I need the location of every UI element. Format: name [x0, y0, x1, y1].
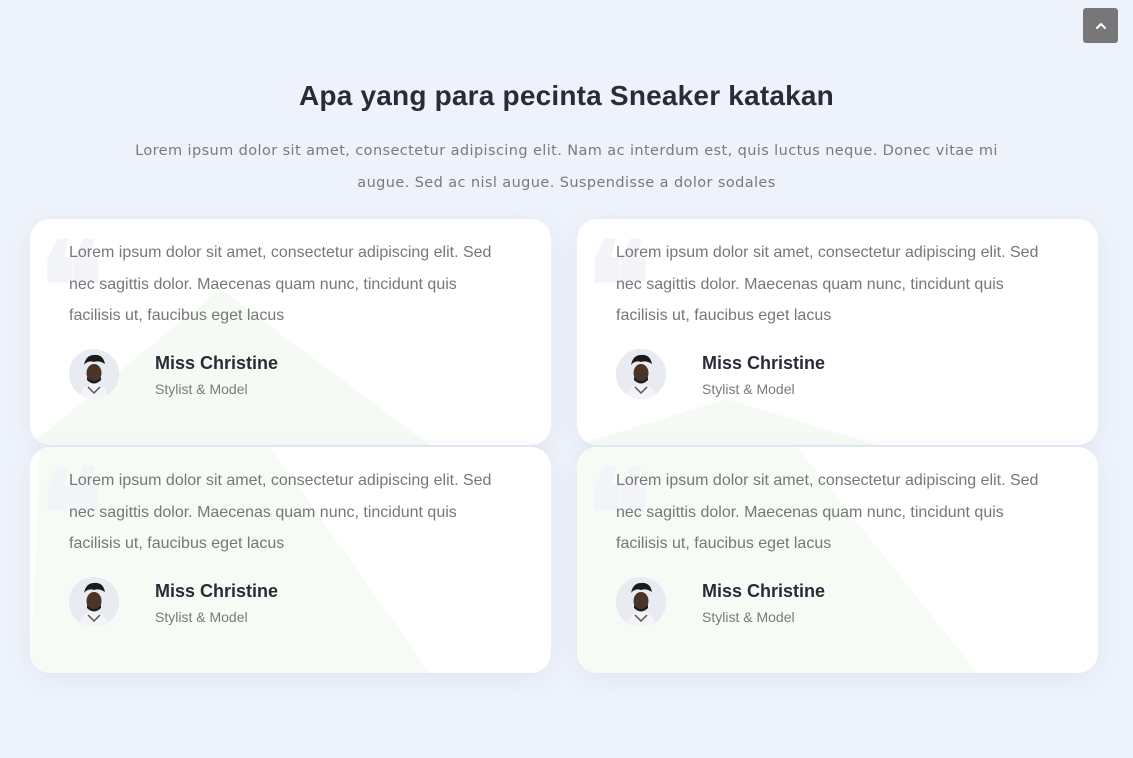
testimonial-card: ❝ Lorem ipsum dolor sit amet, consectetu…	[30, 447, 551, 673]
avatar	[616, 349, 666, 399]
testimonial-card: ❝ Lorem ipsum dolor sit amet, consectetu…	[577, 447, 1098, 673]
testimonial-name: Miss Christine	[155, 581, 279, 601]
scroll-to-top-button[interactable]	[1083, 8, 1118, 43]
testimonial-name: Miss Christine	[155, 353, 279, 373]
testimonial-role: Stylist & Model	[702, 381, 795, 397]
testimonial-text: Lorem ipsum dolor sit amet, consectetur …	[616, 472, 1039, 552]
avatar	[69, 577, 119, 627]
testimonial-card: ❝ Lorem ipsum dolor sit amet, consectetu…	[30, 219, 551, 445]
section-title: Apa yang para pecinta Sneaker katakan	[299, 80, 834, 111]
testimonial-text: Lorem ipsum dolor sit amet, consectetur …	[69, 244, 492, 324]
testimonial-name: Miss Christine	[702, 581, 826, 601]
testimonial-text: Lorem ipsum dolor sit amet, consectetur …	[616, 244, 1039, 324]
testimonial-role: Stylist & Model	[155, 381, 248, 397]
testimonial-text: Lorem ipsum dolor sit amet, consectetur …	[69, 472, 492, 552]
section-subtitle: Lorem ipsum dolor sit amet, consectetur …	[135, 143, 998, 191]
avatar	[69, 349, 119, 399]
testimonial-card: ❝ Lorem ipsum dolor sit amet, consectetu…	[577, 219, 1098, 445]
testimonial-role: Stylist & Model	[155, 609, 248, 625]
testimonial-name: Miss Christine	[702, 353, 826, 373]
avatar	[616, 577, 666, 627]
chevron-up-icon	[1095, 22, 1106, 29]
testimonial-role: Stylist & Model	[702, 609, 795, 625]
